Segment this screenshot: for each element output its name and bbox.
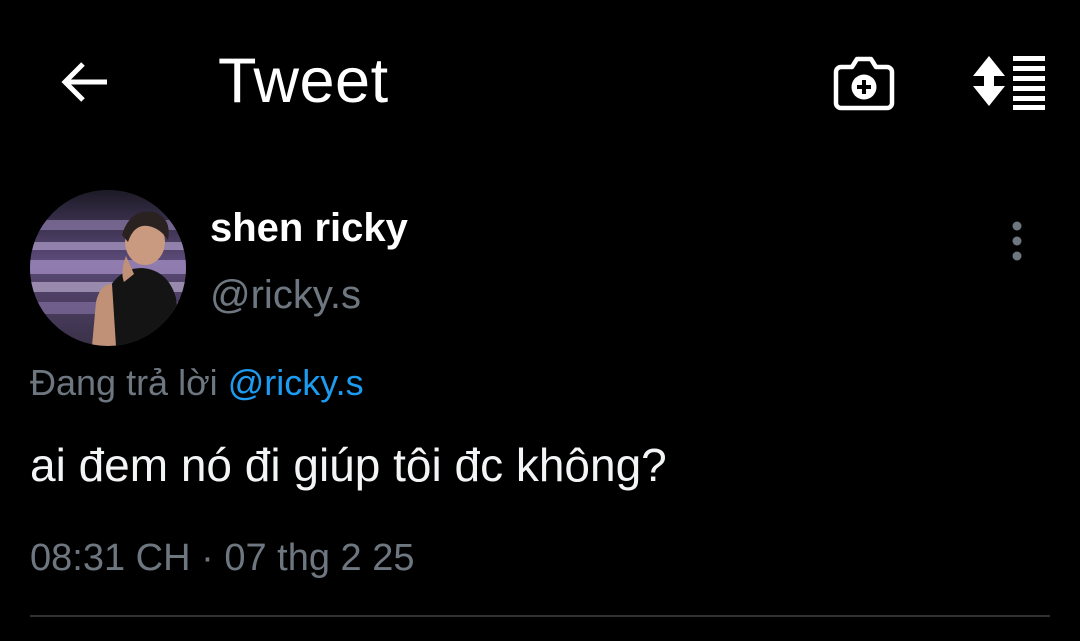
page-title: Tweet [218, 46, 389, 116]
camera-button[interactable] [830, 50, 898, 114]
tweet-date: 07 thg 2 25 [224, 537, 415, 579]
divider [30, 615, 1050, 617]
camera-add-icon [833, 56, 895, 111]
back-button[interactable] [52, 52, 116, 112]
reply-mention-link[interactable]: @ricky.s [228, 362, 364, 403]
author-display-name[interactable]: shen ricky [210, 205, 408, 251]
tweet-time: 08:31 CH [30, 537, 191, 579]
replying-to-line: Đang trả lời @ricky.s [30, 360, 364, 406]
replying-to-label: Đang trả lời [30, 362, 218, 403]
tweet-timestamp: 08:31 CH · 07 thg 2 25 [30, 534, 415, 582]
more-options-button[interactable] [994, 216, 1040, 266]
tweet-detail-screen: Tweet shen ricky @ricky.s Đang trả lời @… [0, 0, 1080, 641]
timestamp-separator: · [201, 537, 214, 579]
top-app-bar: Tweet [0, 0, 1080, 165]
tweet-text: ai đem nó đi giúp tôi đc không? [30, 439, 667, 491]
author-handle[interactable]: @ricky.s [210, 272, 361, 318]
avatar-photo [30, 190, 186, 346]
vertical-dots-icon [1012, 221, 1022, 261]
arrow-left-icon [61, 62, 107, 102]
sort-button[interactable] [966, 48, 1050, 114]
sort-list-icon [973, 56, 1045, 110]
avatar[interactable] [30, 190, 186, 346]
